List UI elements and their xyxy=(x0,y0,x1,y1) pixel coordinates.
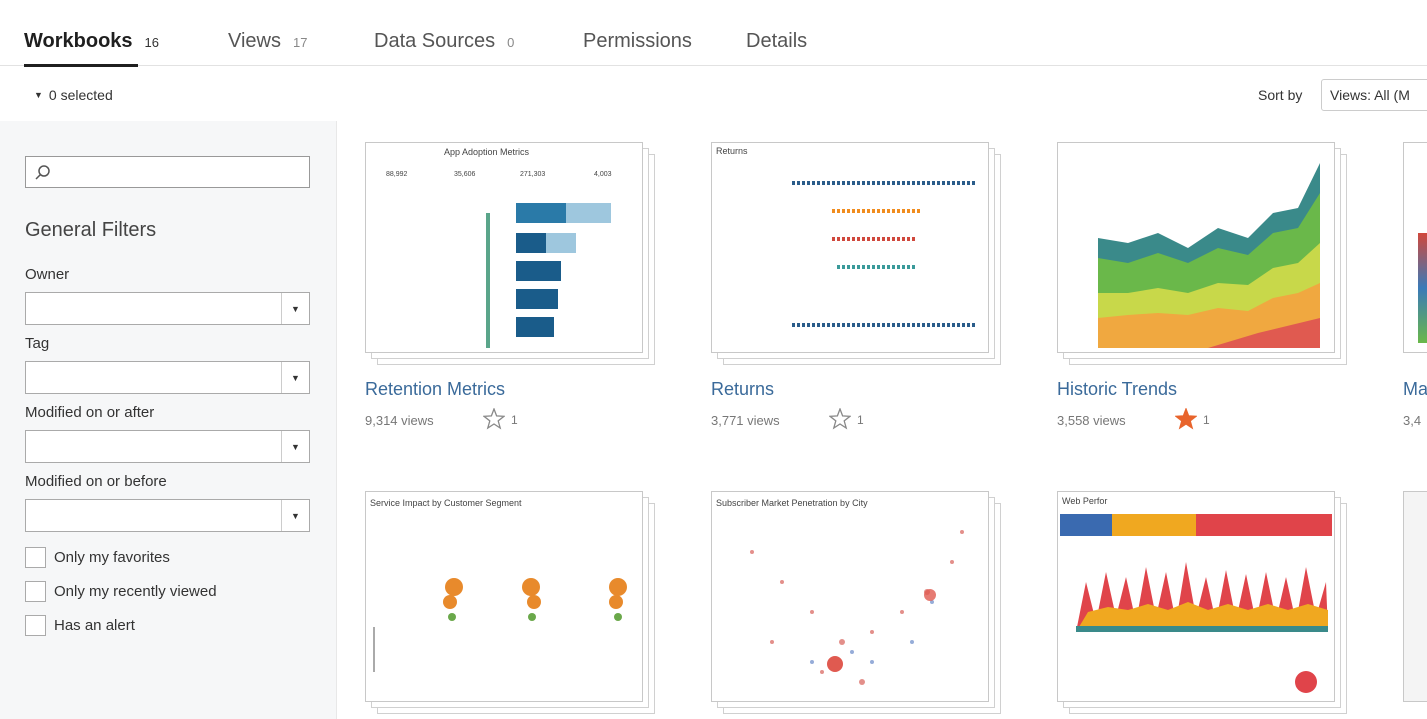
workbook-thumbnail[interactable]: Subscriber Market Penetration by City xyxy=(711,491,989,702)
tab-workbooks[interactable]: Workbooks 16 xyxy=(24,30,159,53)
filter-sidebar: General Filters Owner ▼ Tag ▼ Modified o… xyxy=(0,121,337,719)
workbook-card[interactable]: Web Perfor xyxy=(1057,491,1347,719)
tab-bar: Workbooks 16 Views 17 Data Sources 0 Permis… xyxy=(0,0,1427,67)
selection-bar: ▼ 0 selected Sort by Views: All (M xyxy=(0,67,1427,121)
modified-before-label: Modified on or before xyxy=(25,473,167,490)
thumb-bar xyxy=(486,213,490,348)
star-icon[interactable] xyxy=(1175,408,1197,430)
sort-label: Sort by xyxy=(1258,87,1303,103)
thumbnail-chart xyxy=(750,530,964,685)
checkbox-label: Has an alert xyxy=(54,617,135,634)
checkbox-label: Only my recently viewed xyxy=(54,583,217,600)
favorite-count: 1 xyxy=(511,413,518,427)
favorite-count: 1 xyxy=(1203,413,1210,427)
chevron-down-icon: ▼ xyxy=(281,362,309,393)
owner-select[interactable]: ▼ xyxy=(25,292,310,325)
search-input[interactable] xyxy=(25,156,310,188)
filters-heading: General Filters xyxy=(25,219,157,241)
selection-count: 0 selected xyxy=(48,87,113,103)
workbook-name[interactable]: Ma xyxy=(1403,379,1427,400)
search-icon xyxy=(35,165,50,180)
tab-label: Workbooks xyxy=(24,30,133,52)
tag-select[interactable]: ▼ xyxy=(25,361,310,394)
view-count: 3,558 views xyxy=(1057,413,1126,428)
tab-label: Details xyxy=(746,30,808,52)
checkbox-only-favorites[interactable]: Only my favorites xyxy=(25,547,170,568)
tab-label: Views xyxy=(228,30,281,52)
thumbnail-chart xyxy=(1098,163,1320,348)
checkbox-box[interactable] xyxy=(25,615,46,636)
workbook-name[interactable]: Retention Metrics xyxy=(365,379,505,400)
thumbnail-chart xyxy=(373,578,627,672)
modified-after-select[interactable]: ▼ xyxy=(25,430,310,463)
checkbox-recently-viewed[interactable]: Only my recently viewed xyxy=(25,581,217,602)
workbook-thumbnail[interactable]: App Adoption Metrics 88,992 35,606 271,3… xyxy=(365,142,643,353)
workbook-thumbnail[interactable]: Web Perfor xyxy=(1057,491,1335,702)
modified-before-select[interactable]: ▼ xyxy=(25,499,310,532)
tag-label: Tag xyxy=(25,335,50,352)
star-icon[interactable] xyxy=(483,408,505,430)
workbook-name[interactable]: Historic Trends xyxy=(1057,379,1177,400)
workbook-thumbnail[interactable] xyxy=(1403,142,1427,353)
workbook-card[interactable]: Historic Trends 3,558 views 1 xyxy=(1057,142,1347,442)
workbook-card[interactable]: Service Impact by Customer Segment xyxy=(365,491,655,719)
checkbox-box[interactable] xyxy=(25,581,46,602)
tab-details[interactable]: Details xyxy=(746,30,807,53)
checkbox-box[interactable] xyxy=(25,547,46,568)
workbook-thumbnail[interactable] xyxy=(1057,142,1335,353)
thumbnail-chart xyxy=(1060,514,1332,693)
tab-count: 16 xyxy=(144,35,160,50)
workbook-name[interactable]: Returns xyxy=(711,379,774,400)
star-icon[interactable] xyxy=(829,408,851,430)
favorite-count: 1 xyxy=(857,413,864,427)
thumbnail-chart xyxy=(486,203,611,348)
checkbox-has-alert[interactable]: Has an alert xyxy=(25,615,135,636)
chevron-down-icon: ▼ xyxy=(281,293,309,324)
owner-label: Owner xyxy=(25,266,70,283)
workbook-card-partial[interactable]: Ma 3,4 xyxy=(1403,142,1427,442)
chevron-down-icon: ▼ xyxy=(281,500,309,531)
workbook-card[interactable]: App Adoption Metrics 88,992 35,606 271,3… xyxy=(365,142,655,442)
caret-down-icon: ▼ xyxy=(34,90,43,100)
view-count: 3,4 xyxy=(1403,413,1422,428)
tab-permissions[interactable]: Permissions xyxy=(583,30,692,53)
modified-after-label: Modified on or after xyxy=(25,404,155,421)
tab-label: Permissions xyxy=(583,30,692,52)
selection-dropdown[interactable]: ▼ 0 selected xyxy=(34,87,113,103)
workbook-card[interactable]: Subscriber Market Penetration by City xyxy=(711,491,1001,719)
tab-label: Data Sources xyxy=(374,30,496,52)
thumb-heat xyxy=(516,203,611,337)
view-count: 3,771 views xyxy=(711,413,780,428)
sort-select[interactable]: Views: All (M xyxy=(1321,79,1427,111)
workbook-card-partial[interactable] xyxy=(1403,491,1427,719)
workbook-card[interactable]: Returns Returns 3,771 views 1 xyxy=(711,142,1001,442)
chevron-down-icon: ▼ xyxy=(281,431,309,462)
workbook-thumbnail[interactable] xyxy=(1403,491,1427,702)
thumbnail-chart xyxy=(792,181,977,327)
tab-data-sources[interactable]: Data Sources 0 xyxy=(374,30,514,53)
tab-views[interactable]: Views 17 xyxy=(228,30,307,53)
workbook-thumbnail[interactable]: Service Impact by Customer Segment xyxy=(365,491,643,702)
tab-count: 0 xyxy=(507,35,515,50)
tab-count: 17 xyxy=(293,35,308,50)
checkbox-label: Only my favorites xyxy=(54,549,170,566)
workbook-thumbnail[interactable]: Returns xyxy=(711,142,989,353)
view-count: 9,314 views xyxy=(365,413,434,428)
